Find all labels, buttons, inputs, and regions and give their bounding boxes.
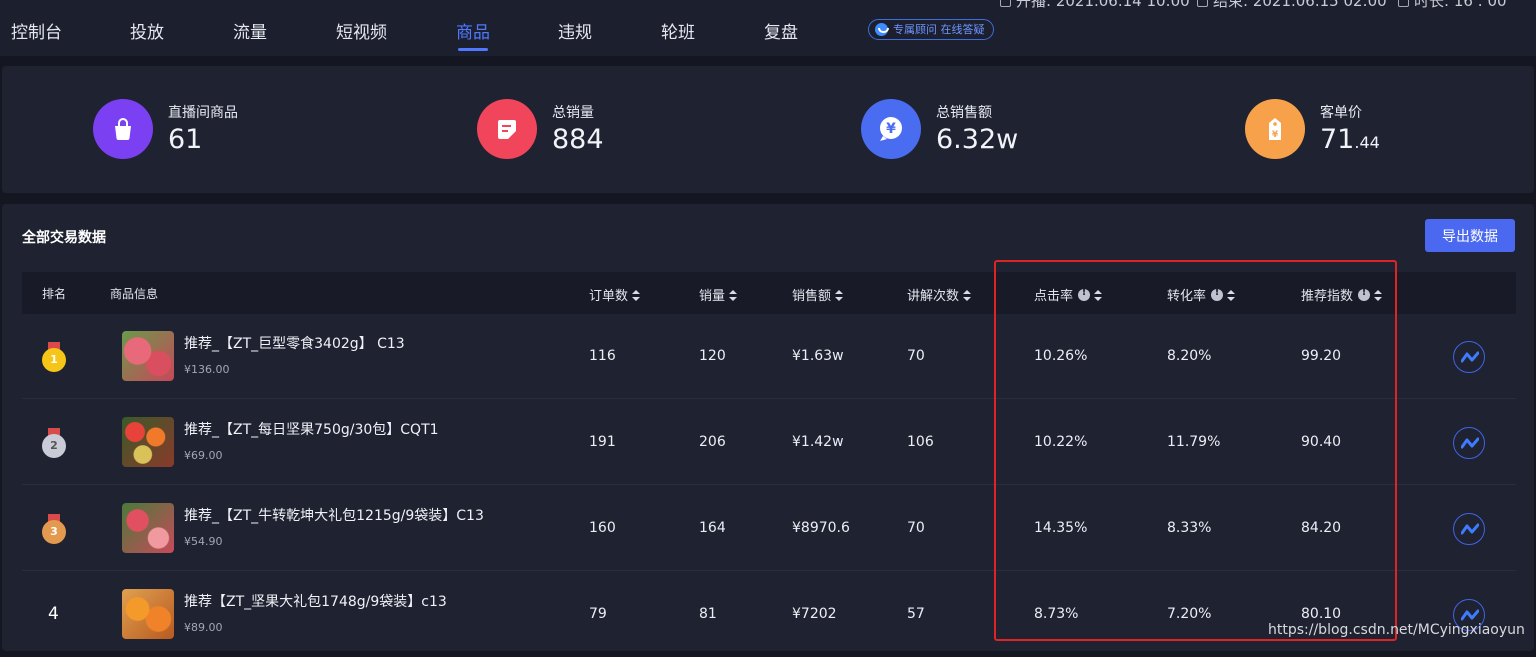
sort-icon[interactable] bbox=[963, 290, 972, 301]
product-thumbnail[interactable] bbox=[122, 331, 174, 381]
trend-icon[interactable] bbox=[1453, 341, 1485, 373]
document-icon bbox=[477, 99, 537, 159]
orders-value: 79 bbox=[589, 606, 607, 622]
nav-shifts[interactable]: 轮班 bbox=[661, 18, 695, 43]
calendar-icon bbox=[1197, 0, 1208, 7]
sort-icon[interactable] bbox=[729, 290, 738, 301]
summary-stats: 直播间商品 61 总销量 884 ¥ 总销售额 6.32w ¥ 客单价 71.4… bbox=[2, 66, 1534, 193]
advisor-button[interactable]: 专属顾问 在线答疑 bbox=[868, 19, 994, 40]
trend-icon[interactable] bbox=[1453, 427, 1485, 459]
svg-text:¥: ¥ bbox=[1272, 130, 1279, 140]
product-thumbnail[interactable] bbox=[122, 589, 174, 639]
shopping-bag-icon bbox=[93, 99, 153, 159]
product-name[interactable]: 推荐【ZT_坚果大礼包1748g/9袋装】c13 bbox=[184, 591, 447, 611]
product-thumbnail[interactable] bbox=[122, 503, 174, 553]
explanations-value: 70 bbox=[907, 520, 925, 536]
panel-title: 全部交易数据 bbox=[22, 230, 106, 246]
sales-value: 81 bbox=[699, 606, 717, 622]
duration: 时长: 16 : 00 bbox=[1398, 0, 1507, 11]
product-name[interactable]: 推荐_【ZT_牛转乾坤大礼包1215g/9袋装】C13 bbox=[184, 505, 484, 525]
hourglass-icon bbox=[1398, 0, 1409, 7]
rank-number: 4 bbox=[48, 604, 59, 624]
revenue-value: ¥1.63w bbox=[792, 348, 844, 364]
stat-label: 总销售额 bbox=[936, 105, 992, 121]
stat-value: 61 bbox=[168, 124, 203, 155]
col-rank: 排名 bbox=[42, 287, 67, 301]
col-product: 商品信息 bbox=[110, 287, 159, 301]
nav-short-video[interactable]: 短视频 bbox=[336, 18, 387, 43]
product-name[interactable]: 推荐_【ZT_每日坚果750g/30包】CQT1 bbox=[184, 419, 439, 439]
watermark: https://blog.csdn.net/MCyingxiaoyun bbox=[1268, 622, 1525, 638]
sort-icon[interactable] bbox=[835, 290, 844, 301]
bronze-medal-icon: 3 bbox=[42, 514, 66, 544]
svg-text:¥: ¥ bbox=[886, 121, 896, 137]
active-tab-indicator bbox=[458, 48, 488, 51]
product-price: ¥136.00 bbox=[184, 363, 230, 376]
stat-value: 71.44 bbox=[1320, 124, 1380, 155]
trend-icon[interactable] bbox=[1453, 513, 1485, 545]
nav-review[interactable]: 复盘 bbox=[764, 18, 798, 43]
col-revenue[interactable]: 销售额 bbox=[792, 285, 844, 304]
nav-dashboard[interactable]: 控制台 bbox=[11, 18, 62, 43]
revenue-value: ¥7202 bbox=[792, 606, 837, 622]
explanations-value: 106 bbox=[907, 434, 934, 450]
col-orders[interactable]: 订单数 bbox=[589, 285, 641, 304]
stat-label: 客单价 bbox=[1320, 105, 1362, 121]
start-time: 开播: 2021.06.14 10:00 bbox=[1000, 0, 1190, 11]
price-tag-icon: ¥ bbox=[1245, 99, 1305, 159]
revenue-value: ¥1.42w bbox=[792, 434, 844, 450]
orders-value: 191 bbox=[589, 434, 616, 450]
product-price: ¥89.00 bbox=[184, 621, 223, 634]
sort-icon[interactable] bbox=[632, 290, 641, 301]
nav-ads[interactable]: 投放 bbox=[130, 18, 164, 43]
product-price: ¥54.90 bbox=[184, 535, 223, 548]
top-navigation-bar: 开播: 2021.06.14 10:00 结束: 2021.06.15 02:0… bbox=[0, 0, 1536, 56]
orders-value: 160 bbox=[589, 520, 616, 536]
product-price: ¥69.00 bbox=[184, 449, 223, 462]
stat-value: 6.32w bbox=[936, 124, 1019, 155]
nav-products[interactable]: 商品 bbox=[456, 18, 490, 43]
sales-value: 120 bbox=[699, 348, 726, 364]
explanations-value: 57 bbox=[907, 606, 925, 622]
explanations-value: 70 bbox=[907, 348, 925, 364]
col-explanations[interactable]: 讲解次数 bbox=[907, 285, 972, 304]
export-button[interactable]: 导出数据 bbox=[1425, 219, 1515, 252]
sales-value: 206 bbox=[699, 434, 726, 450]
stat-label: 直播间商品 bbox=[168, 105, 238, 121]
stat-label: 总销量 bbox=[552, 105, 594, 121]
calendar-icon bbox=[1000, 0, 1011, 7]
yuan-chat-icon: ¥ bbox=[861, 99, 921, 159]
silver-medal-icon: 2 bbox=[42, 428, 66, 458]
nav-violations[interactable]: 违规 bbox=[558, 18, 592, 43]
chat-icon bbox=[875, 23, 889, 36]
sales-value: 164 bbox=[699, 520, 726, 536]
stat-value: 884 bbox=[552, 124, 604, 155]
highlight-box bbox=[994, 260, 1397, 641]
product-name[interactable]: 推荐_【ZT_巨型零食3402g】 C13 bbox=[184, 333, 405, 353]
nav-traffic[interactable]: 流量 bbox=[233, 18, 267, 43]
orders-value: 116 bbox=[589, 348, 616, 364]
product-thumbnail[interactable] bbox=[122, 417, 174, 467]
revenue-value: ¥8970.6 bbox=[792, 520, 850, 536]
gold-medal-icon: 1 bbox=[42, 342, 66, 372]
end-time: 结束: 2021.06.15 02:00 bbox=[1197, 0, 1387, 11]
col-sales[interactable]: 销量 bbox=[699, 285, 738, 304]
